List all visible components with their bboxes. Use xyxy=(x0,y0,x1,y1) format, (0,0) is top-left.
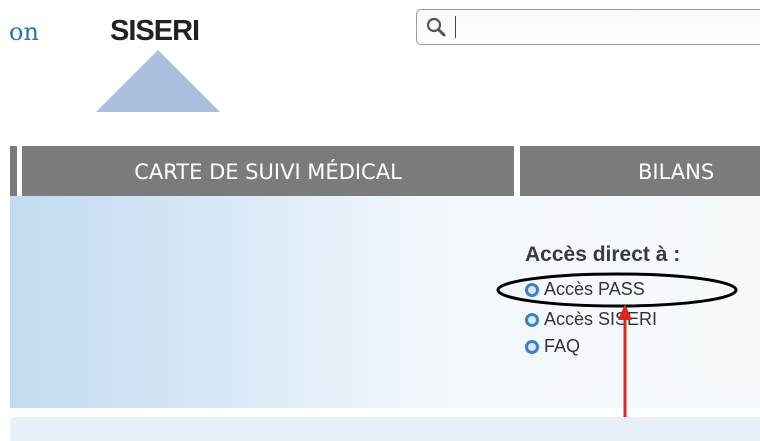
link-label: Accès SISERI xyxy=(544,309,658,329)
search-input[interactable] xyxy=(455,16,760,38)
search-icon[interactable] xyxy=(425,16,447,38)
search-box[interactable] xyxy=(416,9,760,45)
bullet-icon xyxy=(525,283,539,297)
link-acces-pass[interactable]: Accès PASS xyxy=(525,278,645,300)
nav-item-partial[interactable] xyxy=(10,146,17,196)
siseri-logo-triangle xyxy=(96,50,220,112)
main-nav: CARTE DE SUIVI MÉDICAL BILANS xyxy=(0,146,760,196)
brand-text-fragment: on xyxy=(9,18,39,46)
nav-item-bilans[interactable]: BILANS xyxy=(520,146,760,196)
direct-access-title: Accès direct à : xyxy=(525,243,681,266)
content-banner xyxy=(10,196,760,408)
siseri-logo-text[interactable]: SISERI xyxy=(110,14,200,48)
bullet-icon xyxy=(525,340,539,354)
link-acces-siseri[interactable]: Accès SISERI xyxy=(525,308,657,330)
nav-item-carte-suivi-medical[interactable]: CARTE DE SUIVI MÉDICAL xyxy=(22,146,514,196)
link-label: Accès PASS xyxy=(544,279,645,299)
link-faq[interactable]: FAQ xyxy=(525,335,580,357)
bullet-icon xyxy=(525,313,539,327)
link-label: FAQ xyxy=(544,336,581,356)
content-band-lower xyxy=(10,417,760,441)
nav-item-label: BILANS xyxy=(638,160,715,184)
nav-item-label: CARTE DE SUIVI MÉDICAL xyxy=(134,160,402,184)
